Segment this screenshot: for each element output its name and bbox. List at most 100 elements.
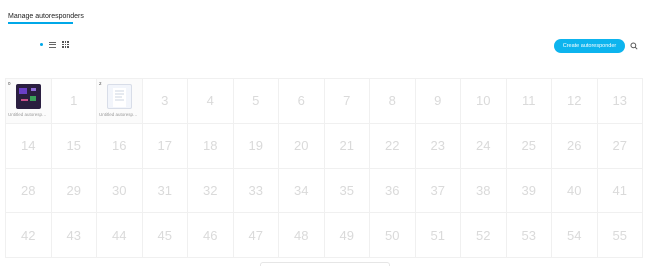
slot-number: 43 (66, 227, 81, 243)
empty-slot[interactable]: 53 (506, 213, 552, 258)
empty-slot[interactable]: 22 (370, 123, 416, 169)
empty-slot[interactable]: 23 (415, 123, 461, 169)
card-index: 2 (99, 81, 102, 86)
empty-slot[interactable]: 19 (233, 123, 279, 169)
empty-slot[interactable]: 54 (552, 213, 598, 258)
slot-number: 3 (161, 93, 169, 109)
autoresponder-thumbnail[interactable] (107, 84, 132, 109)
slot-number: 52 (476, 227, 491, 243)
slot-number: 5 (252, 93, 260, 109)
empty-slot[interactable]: 31 (142, 168, 188, 214)
empty-slot[interactable]: 20 (279, 123, 325, 169)
empty-slot[interactable]: 7 (324, 79, 370, 124)
empty-slot[interactable]: 33 (233, 168, 279, 214)
empty-slot[interactable]: 37 (415, 168, 461, 214)
empty-slot[interactable]: 32 (188, 168, 234, 214)
empty-slot[interactable]: 40 (552, 168, 598, 214)
slot-number: 17 (157, 138, 172, 154)
empty-slot[interactable]: 8 (370, 79, 416, 124)
empty-slot[interactable]: 17 (142, 123, 188, 169)
slot-number: 41 (612, 182, 627, 198)
empty-slot[interactable]: 18 (188, 123, 234, 169)
slot-number: 7 (343, 93, 351, 109)
empty-slot[interactable]: 34 (279, 168, 325, 214)
slot-number: 14 (21, 138, 36, 154)
empty-slot[interactable]: 29 (51, 168, 97, 214)
slot-number: 55 (612, 227, 627, 243)
slot-number: 4 (206, 93, 214, 109)
slot-number: 38 (476, 182, 491, 198)
empty-slot[interactable]: 4 (188, 79, 234, 124)
list-view-icon[interactable] (49, 41, 56, 48)
tab-manage-autoresponders[interactable]: Manage autoresponders (8, 13, 84, 20)
slot-number: 27 (612, 138, 627, 154)
empty-slot[interactable]: 3 (142, 79, 188, 124)
empty-slot[interactable]: 51 (415, 213, 461, 258)
empty-slot[interactable]: 12 (552, 79, 598, 124)
empty-slot[interactable]: 9 (415, 79, 461, 124)
create-autoresponder-button[interactable]: Create autoresponder (554, 39, 625, 53)
empty-slot[interactable]: 45 (142, 213, 188, 258)
empty-slot[interactable]: 14 (6, 123, 52, 169)
slot-number: 26 (567, 138, 582, 154)
grid-view-icon[interactable] (62, 41, 69, 48)
empty-slot[interactable]: 48 (279, 213, 325, 258)
slot-number: 23 (430, 138, 445, 154)
empty-slot[interactable]: 46 (188, 213, 234, 258)
empty-slot[interactable]: 42 (6, 213, 52, 258)
empty-slot[interactable]: 21 (324, 123, 370, 169)
slot-number: 6 (297, 93, 305, 109)
empty-slot[interactable]: 1 (51, 79, 97, 124)
slot-number: 39 (521, 182, 536, 198)
empty-slot[interactable]: 24 (461, 123, 507, 169)
empty-slot[interactable]: 50 (370, 213, 416, 258)
empty-slot[interactable]: 39 (506, 168, 552, 214)
search-icon[interactable] (630, 42, 638, 50)
autoresponder-thumbnail[interactable] (16, 84, 41, 109)
empty-slot[interactable]: 43 (51, 213, 97, 258)
empty-slot[interactable]: 13 (597, 79, 643, 124)
slot-number: 32 (203, 182, 218, 198)
autoresponder-card[interactable]: 0 Untitled autoresponder (6, 79, 52, 124)
empty-slot[interactable]: 49 (324, 213, 370, 258)
empty-slot[interactable]: 11 (506, 79, 552, 124)
slot-number: 30 (112, 182, 127, 198)
empty-slot[interactable]: 5 (233, 79, 279, 124)
slot-number: 48 (294, 227, 309, 243)
empty-slot[interactable]: 27 (597, 123, 643, 169)
empty-slot[interactable]: 36 (370, 168, 416, 214)
empty-slot[interactable]: 47 (233, 213, 279, 258)
empty-slot[interactable]: 26 (552, 123, 598, 169)
slot-number: 25 (521, 138, 536, 154)
empty-slot[interactable]: 25 (506, 123, 552, 169)
empty-slot[interactable]: 41 (597, 168, 643, 214)
empty-slot[interactable]: 52 (461, 213, 507, 258)
slot-number: 20 (294, 138, 309, 154)
empty-slot[interactable]: 44 (97, 213, 143, 258)
slot-number: 1 (70, 93, 78, 109)
empty-slot[interactable]: 6 (279, 79, 325, 124)
slot-number: 16 (112, 138, 127, 154)
empty-slot[interactable]: 16 (97, 123, 143, 169)
empty-slot[interactable]: 38 (461, 168, 507, 214)
slot-number: 46 (203, 227, 218, 243)
empty-slot[interactable]: 55 (597, 213, 643, 258)
autoresponder-name: Untitled autoresponder (8, 112, 48, 117)
slot-number: 53 (521, 227, 536, 243)
autoresponder-card[interactable]: 2 Untitled autoresponder (97, 79, 143, 124)
slot-number: 19 (248, 138, 263, 154)
slot-number: 47 (248, 227, 263, 243)
slot-number: 28 (21, 182, 36, 198)
empty-slot[interactable]: 10 (461, 79, 507, 124)
slot-number: 44 (112, 227, 127, 243)
slot-number: 35 (339, 182, 354, 198)
bottom-panel-tab (260, 262, 390, 266)
empty-slot[interactable]: 35 (324, 168, 370, 214)
empty-slot[interactable]: 28 (6, 168, 52, 214)
slot-number: 37 (430, 182, 445, 198)
empty-slot[interactable]: 15 (51, 123, 97, 169)
slot-number: 54 (567, 227, 582, 243)
empty-slot[interactable]: 30 (97, 168, 143, 214)
slot-number: 31 (157, 182, 172, 198)
slot-number: 24 (476, 138, 491, 154)
